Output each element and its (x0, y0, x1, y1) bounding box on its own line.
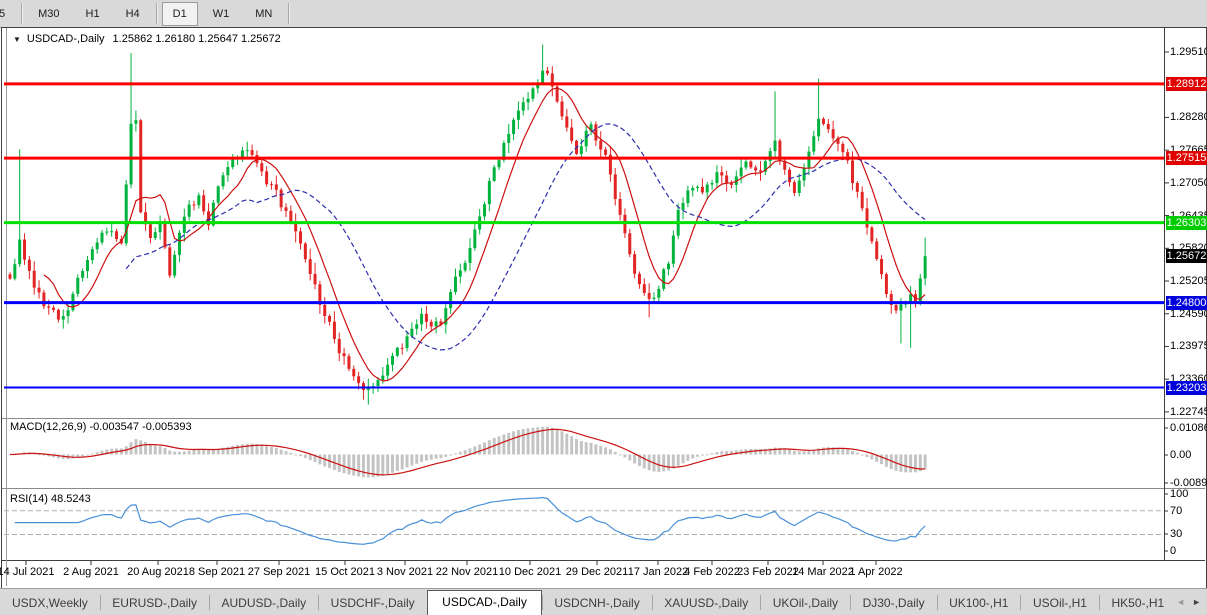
date-tick-label: 29 Dec 2021 (565, 566, 629, 578)
date-tick-label: 8 Sep 2021 (188, 566, 246, 578)
toolbar-separator (155, 3, 157, 24)
level-price-badge: 1.28912 (1166, 76, 1207, 91)
tab-scroll-controls: ◄ ► (1176, 597, 1207, 607)
date-tick-label: 14 Jul 2021 (0, 566, 55, 578)
date-tick-label: 14 Mar 2022 (792, 566, 854, 578)
level-price-badge: 1.26303 (1166, 215, 1207, 230)
price-tick-label: 1.25205 (1170, 275, 1207, 288)
level-price-badge: 1.23203 (1166, 380, 1207, 395)
price-tick-label: 1.28280 (1170, 111, 1207, 124)
date-tick-label: 27 Sep 2021 (247, 566, 311, 578)
symbol-period-label: USDCAD-,Daily (26, 33, 105, 45)
rsi-axis-label: 30 (1170, 528, 1183, 540)
level-price-badge: 1.27515 (1166, 151, 1207, 166)
date-tick-label: 4 Feb 2022 (684, 566, 740, 578)
date-tick-label: 1 Apr 2022 (849, 566, 903, 578)
timeframe-button-m30[interactable]: M30 (27, 2, 70, 26)
date-tick-label: 15 Oct 2021 (315, 566, 375, 578)
date-tick-label: 2 Aug 2021 (63, 566, 119, 578)
rsi-axis-label: 100 (1170, 488, 1189, 500)
ohlc-quote-label: 1.25862 1.26180 1.25647 1.25672 (112, 33, 281, 45)
rsi-axis-label: 70 (1170, 505, 1183, 517)
current-price-badge: 1.25672 (1166, 249, 1207, 264)
timeframe-button-d1[interactable]: D1 (161, 1, 198, 26)
tab-usoil-h1[interactable]: USOil-,H1 (1021, 592, 1099, 615)
date-tick-label: 23 Feb 2022 (737, 566, 799, 578)
tab-usdx-weekly[interactable]: USDX,Weekly (0, 592, 100, 615)
tab-usdchf-daily[interactable]: USDCHF-,Daily (319, 592, 427, 615)
tab-ukoil-daily[interactable]: UKOil-,Daily (761, 592, 850, 615)
scroll-right-icon[interactable]: ► (1192, 597, 1201, 607)
chart-header: ▼ USDCAD-,Daily 1.25862 1.26180 1.25647 1.… (13, 33, 281, 45)
date-tick-label: 20 Aug 2021 (127, 566, 189, 578)
timeframe-button-mn[interactable]: MN (244, 2, 283, 26)
tab-dj30-daily[interactable]: DJ30-,Daily (851, 592, 937, 615)
trading-terminal-window: 5 M30 H1 H4 D1 W1 MN ▼ USDCAD-,Daily 1.25862 1.2… (0, 0, 1207, 615)
rsi-label: RSI(14) 48.5243 (10, 493, 91, 505)
timeframe-button-5[interactable]: 5 (0, 2, 16, 26)
scroll-left-icon[interactable]: ◄ (1176, 597, 1185, 607)
macd-label: MACD(12,26,9) -0.003547 -0.005393 (10, 421, 192, 433)
date-tick-label: 22 Nov 2021 (435, 566, 499, 578)
toolbar-separator (21, 3, 23, 24)
price-tick-label: 1.23975 (1170, 340, 1207, 353)
tab-eurusd-daily[interactable]: EURUSD-,Daily (100, 592, 209, 615)
price-tick-label: 1.27050 (1170, 176, 1207, 189)
date-tick-label: 3 Nov 2021 (376, 566, 434, 578)
tab-usdcad-daily[interactable]: USDCAD-,Daily (427, 590, 542, 615)
price-tick-label: 1.29510 (1170, 46, 1207, 58)
date-tick-label: 10 Dec 2021 (498, 566, 562, 578)
chevron-down-icon: ▼ (13, 35, 21, 44)
chart-window (1, 27, 1207, 589)
price-tick-label: 1.22745 (1170, 405, 1207, 418)
toolbar-separator (288, 3, 290, 24)
tab-audusd-daily[interactable]: AUDUSD-,Daily (209, 592, 318, 615)
macd-axis-label: 0.00 (1170, 449, 1192, 461)
level-price-badge: 1.24800 (1166, 295, 1207, 310)
tab-xauusd-daily[interactable]: XAUUSD-,Daily (652, 592, 760, 615)
symbol-tabbar: USDX,Weekly EURUSD-,Daily AUDUSD-,Daily USD… (0, 588, 1207, 615)
timeframe-button-h4[interactable]: H4 (115, 2, 151, 26)
timeframe-button-h1[interactable]: H1 (75, 2, 111, 26)
date-tick-label: 17 Jan 2022 (627, 566, 689, 578)
timeframe-button-w1[interactable]: W1 (202, 2, 241, 26)
tab-uk100-h1[interactable]: UK100-,H1 (937, 592, 1020, 615)
macd-axis-label: 0.010865 (1170, 422, 1207, 434)
timeframe-toolbar: 5 M30 H1 H4 D1 W1 MN (0, 0, 1207, 28)
tab-usdcnh-daily[interactable]: USDCNH-,Daily (542, 592, 651, 615)
tab-hk50-h1[interactable]: HK50-,H1 (1099, 592, 1176, 615)
rsi-axis-label: 0 (1170, 545, 1177, 557)
